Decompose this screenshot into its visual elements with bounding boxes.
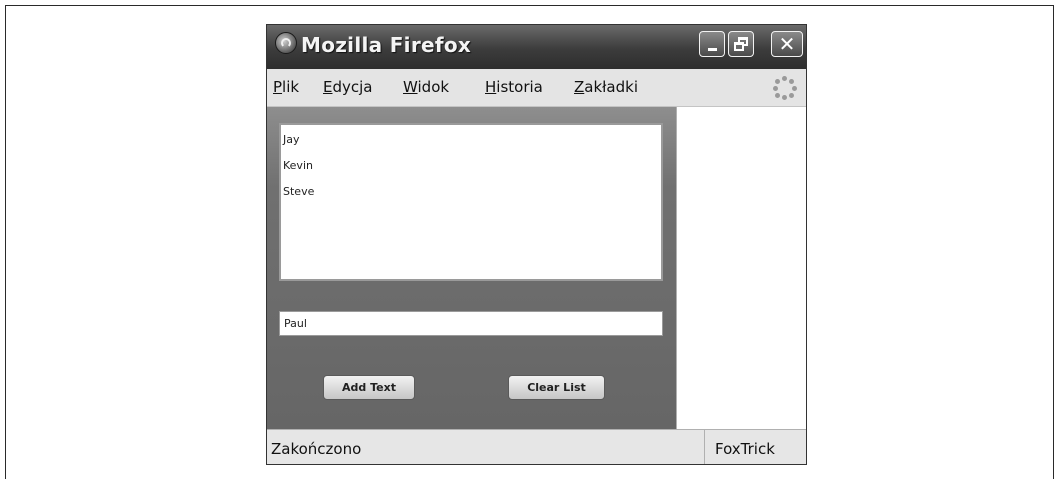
content-panel: Jay Kevin Steve Paul Add Text Clear List [267,107,676,429]
menu-zakladki-rest: akładki [584,78,638,96]
title-bar[interactable]: Mozilla Firefox ✕ [267,25,806,69]
foxtrick-status[interactable]: FoxTrick [715,440,775,458]
menu-plik-accesskey: P [273,78,283,96]
clear-list-button[interactable]: Clear List [508,375,605,400]
text-input[interactable]: Paul [279,311,663,336]
close-button[interactable]: ✕ [771,31,803,57]
restore-icon [734,37,748,51]
menu-historia-accesskey: H [485,78,497,96]
menu-zakladki[interactable]: Zakładki [574,78,638,96]
menu-bar: Plik Edycja Widok Historia Zakładki [267,69,806,107]
menu-edycja-rest: dycja [332,78,373,96]
menu-widok-rest: idok [417,78,450,96]
outer-frame-right [1053,5,1054,479]
list-item[interactable]: Kevin [283,159,313,172]
status-divider [704,430,705,464]
close-icon: ✕ [778,32,796,56]
menu-zakladki-accesskey: Z [574,78,585,96]
list-item[interactable]: Steve [283,185,314,198]
window-title: Mozilla Firefox [301,33,472,57]
browser-window: Mozilla Firefox ✕ Plik Edycja Widok Hist… [266,24,807,465]
menu-plik-rest: lik [282,78,300,96]
minimize-icon [707,47,717,51]
name-listbox[interactable]: Jay Kevin Steve [279,123,663,281]
firefox-icon[interactable] [275,32,297,54]
outer-frame-left [5,5,6,479]
minimize-button[interactable] [699,31,725,57]
menu-edycja[interactable]: Edycja [323,78,373,96]
throbber-icon [773,76,797,100]
sidebar-panel [676,107,806,429]
status-text: Zakończono [271,440,362,458]
menu-widok[interactable]: Widok [403,78,449,96]
add-text-button[interactable]: Add Text [323,375,415,400]
menu-historia[interactable]: Historia [485,78,543,96]
menu-plik[interactable]: Plik [273,78,299,96]
menu-historia-rest: istoria [496,78,543,96]
list-item[interactable]: Jay [283,133,300,146]
restore-button[interactable] [728,31,754,57]
status-bar: Zakończono FoxTrick [267,429,806,464]
menu-widok-accesskey: W [403,78,418,96]
outer-frame-top [5,5,1054,6]
